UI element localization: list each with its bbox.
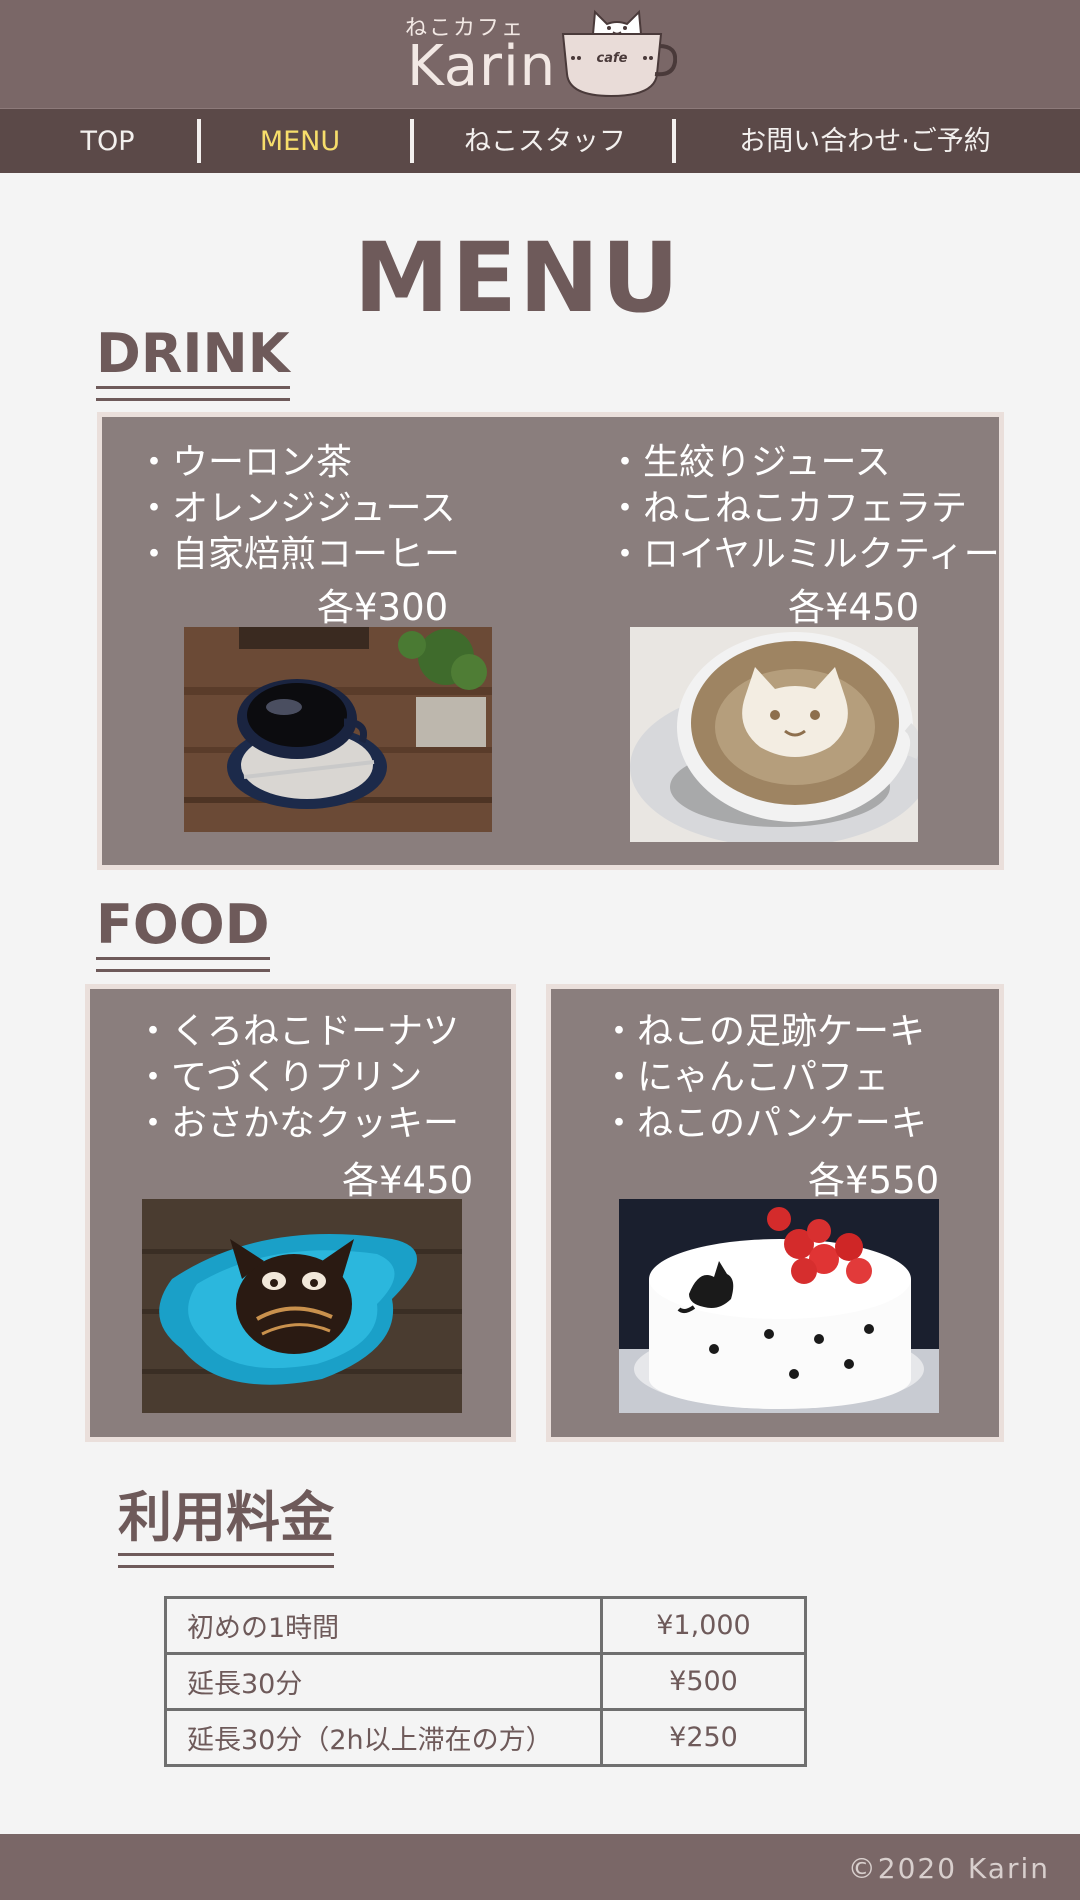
fee-label: 初めの1時間 <box>164 1596 603 1655</box>
food-left-price: 各¥450 <box>342 1159 474 1202</box>
list-item: ・自家焙煎コーヒー <box>136 534 461 575</box>
nav-contact-link[interactable]: お問い合わせ·ご予約 <box>690 109 1040 174</box>
drink-section-title: DRINK <box>96 322 290 401</box>
nav-divider <box>672 119 676 163</box>
list-item: ・にゃんこパフェ <box>601 1057 890 1098</box>
list-item: ・ロイヤルミルクティー <box>607 534 1000 575</box>
nav-menu-link[interactable]: MENU <box>220 109 380 174</box>
drink-list-right: ・生絞りジュース ・ねこねこカフェラテ ・ロイヤルミルクティー <box>607 440 1000 578</box>
list-item: ・おさかなクッキー <box>135 1103 460 1144</box>
fee-value: ¥250 <box>600 1708 807 1767</box>
fee-value: ¥500 <box>600 1652 807 1711</box>
site-logo[interactable]: ねこカフェ Karin cafe <box>405 4 685 104</box>
main-nav: TOP MENU ねこスタッフ お問い合わせ·ご予約 <box>0 108 1080 173</box>
fee-value: ¥1,000 <box>600 1596 807 1655</box>
food-panel-right: ・ねこの足跡ケーキ ・にゃんこパフェ ・ねこのパンケーキ 各¥550 <box>546 984 1004 1442</box>
cat-cake-photo <box>619 1199 939 1413</box>
list-item: ・ねこねこカフェラテ <box>607 488 968 529</box>
site-footer: ©2020 Karin <box>0 1834 1080 1900</box>
table-row: 延長30分（2h以上滞在の方） ¥250 <box>164 1708 807 1767</box>
list-item: ・ウーロン茶 <box>136 442 353 483</box>
table-row: 初めの1時間 ¥1,000 <box>164 1596 807 1655</box>
food-list-right: ・ねこの足跡ケーキ ・にゃんこパフェ ・ねこのパンケーキ <box>601 1009 927 1147</box>
list-item: ・てづくりプリン <box>135 1057 423 1098</box>
nav-top-link[interactable]: TOP <box>40 109 175 174</box>
fee-label: 延長30分 <box>164 1652 603 1711</box>
cat-cup-icon: cafe <box>561 9 677 98</box>
food-right-price: 各¥550 <box>808 1159 940 1202</box>
drink-left-price: 各¥300 <box>317 586 449 629</box>
list-item: ・ねこのパンケーキ <box>601 1103 927 1144</box>
list-item: ・ねこの足跡ケーキ <box>601 1011 926 1052</box>
cup-text: cafe <box>597 51 628 66</box>
site-header: ねこカフェ Karin cafe <box>0 0 1080 108</box>
fee-table: 初めの1時間 ¥1,000 延長30分 ¥500 延長30分（2h以上滞在の方）… <box>164 1596 807 1767</box>
cat-donut-photo <box>142 1199 462 1413</box>
food-panel-left: ・くろねこドーナツ ・てづくりプリン ・おさかなクッキー 各¥450 <box>85 984 516 1442</box>
list-item: ・生絞りジュース <box>607 442 891 483</box>
drink-list-left: ・ウーロン茶 ・オレンジジュース ・自家焙煎コーヒー <box>136 440 460 578</box>
food-section-title: FOOD <box>96 893 270 972</box>
nav-staff-link[interactable]: ねこスタッフ <box>430 109 660 174</box>
table-row: 延長30分 ¥500 <box>164 1652 807 1711</box>
coffee-cup-photo <box>184 627 492 832</box>
list-item: ・くろねこドーナツ <box>135 1011 460 1052</box>
fee-label: 延長30分（2h以上滞在の方） <box>164 1708 603 1767</box>
fees-section-title: 利用料金 <box>118 1473 334 1568</box>
drink-right-price: 各¥450 <box>788 586 920 629</box>
nav-divider <box>410 119 414 163</box>
logo-name: Karin <box>407 34 557 99</box>
nav-divider <box>197 119 201 163</box>
food-list-left: ・くろねこドーナツ ・てづくりプリン ・おさかなクッキー <box>135 1009 459 1147</box>
page-title: MENU <box>353 222 682 334</box>
copyright-text: ©2020 Karin <box>847 1852 1050 1885</box>
cat-latte-art-photo <box>630 627 918 842</box>
list-item: ・オレンジジュース <box>136 488 456 529</box>
drink-panel: ・ウーロン茶 ・オレンジジュース ・自家焙煎コーヒー 各¥300 ・生絞りジュー… <box>97 412 1004 870</box>
